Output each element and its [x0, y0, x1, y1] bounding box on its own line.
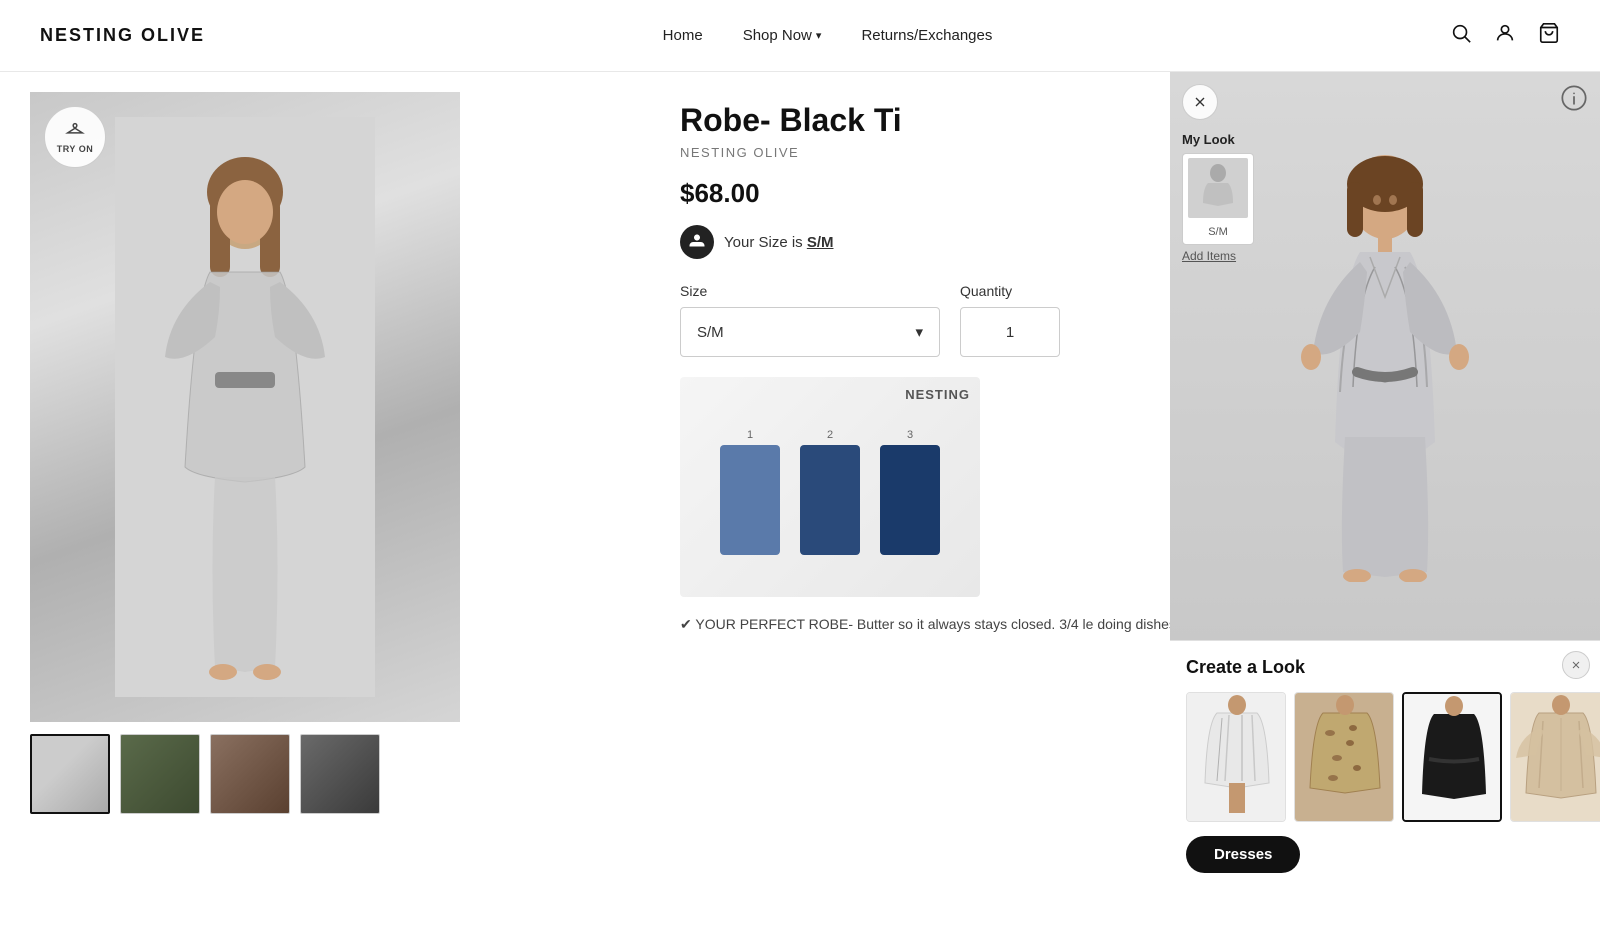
- nav-home[interactable]: Home: [663, 27, 703, 44]
- thumbnail-3[interactable]: [210, 734, 290, 814]
- close-icon: [1570, 659, 1582, 671]
- avatar-wrapper: [1275, 142, 1495, 582]
- try-on-button[interactable]: TRY ON: [44, 106, 106, 168]
- create-look-items: [1186, 692, 1584, 822]
- add-items-link[interactable]: Add Items: [1182, 249, 1254, 263]
- nav-shop-now[interactable]: Shop Now ▾: [743, 27, 822, 44]
- robe-illustration: [115, 117, 375, 697]
- body-size-icon: [688, 233, 706, 251]
- size-label: Size: [680, 283, 940, 299]
- look-item-4-image: [1511, 693, 1600, 822]
- how-to-wear-content: NESTING 1 2 3: [680, 377, 980, 597]
- look-item-1-image: [1187, 693, 1286, 822]
- size-chevron-icon: ▾: [915, 323, 923, 341]
- thumbnail-strip: [30, 734, 630, 814]
- quantity-field: Quantity 1: [960, 283, 1060, 357]
- size-field: Size S/M ▾: [680, 283, 940, 357]
- create-look-panel: Create a Look: [1170, 640, 1600, 889]
- size-select-value: S/M: [697, 324, 724, 341]
- wear-step-2: 2: [800, 429, 860, 555]
- quantity-label: Quantity: [960, 283, 1060, 299]
- look-item-2[interactable]: [1294, 692, 1394, 822]
- recommended-size: S/M: [807, 234, 834, 251]
- look-item-1[interactable]: [1186, 692, 1286, 822]
- dresses-category-button[interactable]: Dresses: [1186, 836, 1300, 873]
- my-look-label: My Look: [1182, 132, 1254, 147]
- size-icon: [680, 225, 714, 259]
- create-look-title: Create a Look: [1186, 657, 1584, 678]
- my-look-item-image: [1188, 158, 1248, 218]
- main-image-wrapper: TRY ON: [30, 92, 460, 722]
- site-logo: NESTING OLIVE: [40, 25, 205, 46]
- site-header: NESTING OLIVE Home Shop Now ▾ Returns/Ex…: [0, 0, 1600, 72]
- look-item-4[interactable]: [1510, 692, 1600, 822]
- step2-figure: [800, 445, 860, 555]
- cart-icon[interactable]: [1538, 22, 1560, 49]
- chevron-down-icon: ▾: [816, 29, 822, 42]
- thumbnail-1[interactable]: [30, 734, 110, 814]
- account-icon[interactable]: [1494, 22, 1516, 49]
- look-item-3-image: [1404, 694, 1502, 822]
- wear-step-3: 3: [880, 429, 940, 555]
- tryon-info-button[interactable]: [1560, 84, 1588, 117]
- how-to-wear-figures: 1 2 3: [710, 409, 950, 565]
- product-main-image: [30, 92, 460, 722]
- look-item-2-image: [1295, 693, 1394, 822]
- product-image-area: TRY ON: [0, 72, 660, 926]
- main-nav: Home Shop Now ▾ Returns/Exchanges: [663, 27, 993, 44]
- my-look-panel: My Look S/M Add Items: [1182, 132, 1254, 263]
- nesting-logo-overlay: NESTING: [905, 387, 970, 402]
- try-on-label: TRY ON: [57, 144, 94, 154]
- hanger-icon: [64, 120, 86, 142]
- tryon-panel: My Look S/M Add Items: [1170, 72, 1600, 652]
- close-icon: [1192, 94, 1208, 110]
- my-look-item[interactable]: S/M: [1182, 153, 1254, 245]
- create-look-close-button[interactable]: [1562, 651, 1590, 679]
- size-select[interactable]: S/M ▾: [680, 307, 940, 357]
- quantity-value: 1: [1006, 324, 1014, 341]
- look-item-3[interactable]: [1402, 692, 1502, 822]
- header-icons: [1450, 22, 1560, 49]
- step3-figure: [880, 445, 940, 555]
- quantity-input[interactable]: 1: [960, 307, 1060, 357]
- product-details: Robe- Black Ti NESTING OLIVE $68.00 Your…: [660, 72, 1600, 926]
- look-item-icon: [1198, 163, 1238, 213]
- step1-figure: [720, 445, 780, 555]
- how-to-wear-image: NESTING 1 2 3: [680, 377, 980, 597]
- thumbnail-4[interactable]: [300, 734, 380, 814]
- info-icon: [1560, 84, 1588, 112]
- thumbnail-2[interactable]: [120, 734, 200, 814]
- wear-step-1: 1: [720, 429, 780, 555]
- tryon-close-button[interactable]: [1182, 84, 1218, 120]
- size-indicator-text: Your Size is S/M: [724, 234, 834, 251]
- search-icon[interactable]: [1450, 22, 1472, 49]
- avatar-svg: [1275, 142, 1495, 582]
- main-layout: TRY ON: [0, 72, 1600, 926]
- nav-returns[interactable]: Returns/Exchanges: [861, 27, 992, 44]
- my-look-size: S/M: [1208, 226, 1228, 238]
